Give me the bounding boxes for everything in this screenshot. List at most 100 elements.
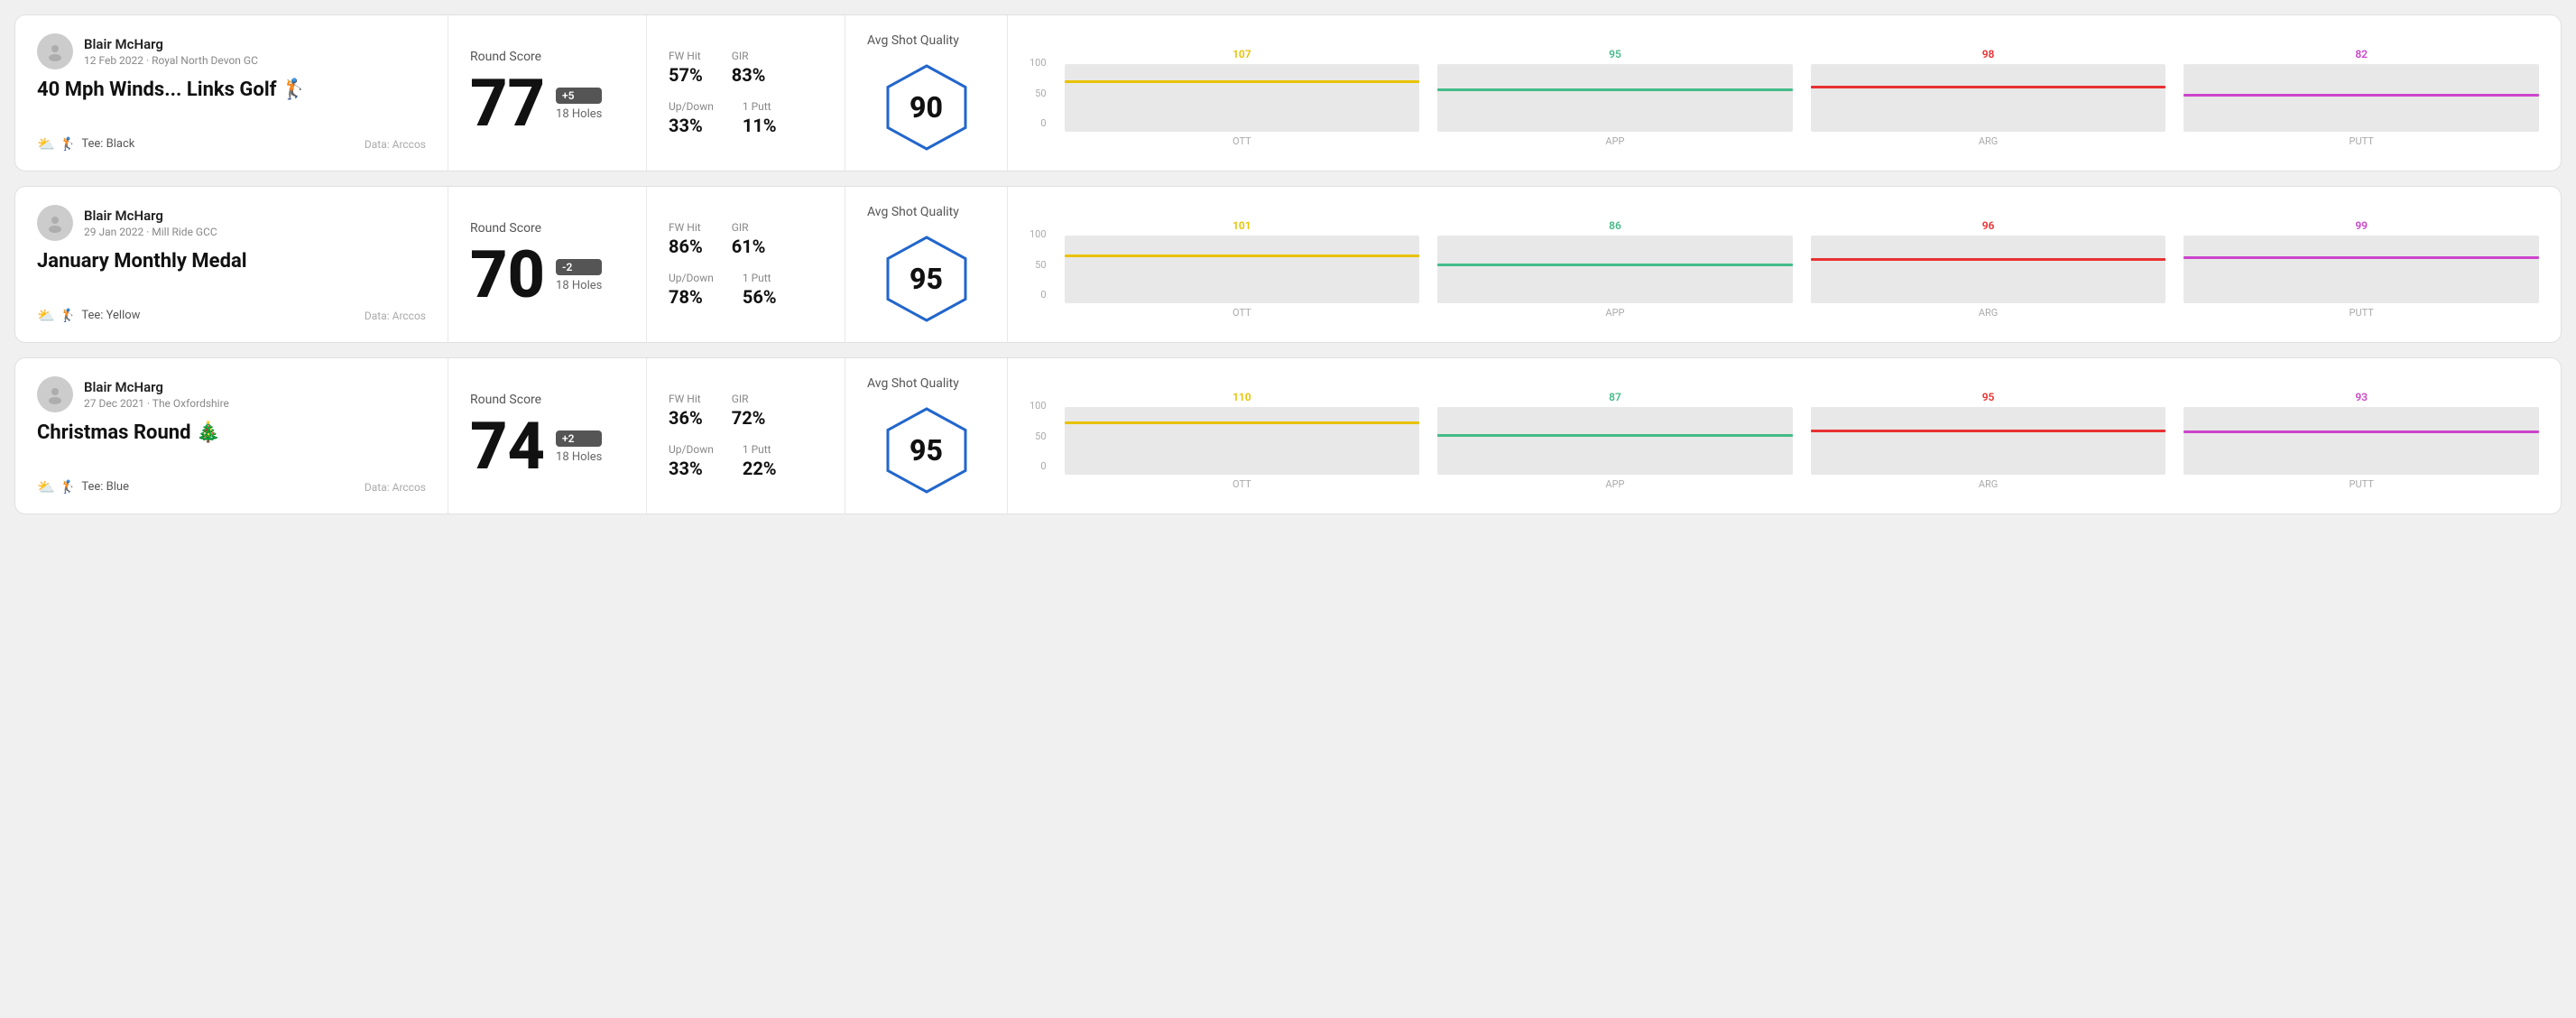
y-label-50: 50 — [1029, 259, 1047, 271]
score-badge: +5 — [556, 88, 602, 104]
fw-hit-label: FW Hit — [669, 393, 703, 405]
fw-hit-label: FW Hit — [669, 221, 703, 234]
stat-gir: GIR 61% — [732, 221, 766, 257]
chart-bar-line — [1811, 86, 2166, 88]
score-details: -2 18 Holes — [556, 259, 602, 292]
quality-section: Avg Shot Quality 95 — [845, 358, 1008, 514]
round-title: Christmas Round 🎄 — [37, 421, 426, 444]
round-card: Blair McHarg 29 Jan 2022 · Mill Ride GCC… — [14, 186, 2562, 343]
chart-axis-label: ARG — [1979, 307, 1998, 319]
chart-column-app: 87 APP — [1437, 391, 1793, 490]
chart-bar-line — [1065, 421, 1420, 424]
y-label-50: 50 — [1029, 88, 1047, 99]
quality-section: Avg Shot Quality 90 — [845, 15, 1008, 171]
chart-value-putt: 82 — [2355, 48, 2368, 60]
chart-y-axis: 100 50 0 — [1029, 57, 1047, 147]
chart-bar-bg — [1811, 64, 2166, 132]
rounds-list: Blair McHarg 12 Feb 2022 · Royal North D… — [14, 14, 2562, 514]
chart-axis-label: PUTT — [2350, 135, 2374, 147]
score-number: 70 — [470, 243, 545, 308]
chart-value-ott: 101 — [1233, 219, 1251, 232]
chart-axis-label: OTT — [1233, 135, 1251, 147]
tee-label: Tee: Black — [81, 137, 134, 151]
user-date: 29 Jan 2022 · Mill Ride GCC — [84, 226, 217, 238]
tee-info: ⛅ 🏌 Tee: Blue — [37, 478, 129, 495]
score-holes: 18 Holes — [556, 279, 602, 292]
stat-updown: Up/Down 33% — [669, 100, 714, 136]
chart-value-arg: 96 — [1982, 219, 1995, 232]
data-source-label: Data: Arccos — [365, 138, 426, 151]
cloud-icon: ⛅ — [37, 307, 55, 324]
chart-axis-label: ARG — [1979, 478, 1998, 490]
round-title: 40 Mph Winds... Links Golf 🏌️ — [37, 79, 426, 101]
score-label: Round Score — [470, 50, 624, 64]
quality-label: Avg Shot Quality — [867, 205, 959, 219]
chart-axis-label: APP — [1605, 307, 1624, 319]
chart-bar-line — [2184, 94, 2539, 97]
stat-updown: Up/Down 33% — [669, 443, 714, 479]
score-holes: 18 Holes — [556, 450, 602, 464]
chart-value-app: 87 — [1609, 391, 1621, 403]
score-label: Round Score — [470, 393, 624, 407]
hexagon-container: 90 — [882, 62, 972, 153]
gir-value: 72% — [732, 407, 766, 429]
one-putt-label: 1 Putt — [743, 272, 777, 284]
stats-row-top: FW Hit 86% GIR 61% — [669, 221, 823, 257]
card-footer: ⛅ 🏌 Tee: Blue Data: Arccos — [37, 478, 426, 495]
chart-bar-line — [1437, 434, 1793, 437]
score-main: 74 +2 18 Holes — [470, 414, 624, 479]
chart-column-ott: 107 OTT — [1065, 48, 1420, 147]
chart-bar-line — [1437, 264, 1793, 266]
chart-column-app: 95 APP — [1437, 48, 1793, 147]
tee-info: ⛅ 🏌 Tee: Black — [37, 135, 134, 153]
chart-column-putt: 99 PUTT — [2184, 219, 2539, 319]
chart-bar-bg — [1437, 64, 1793, 132]
chart-column-arg: 95 ARG — [1811, 391, 2166, 490]
chart-value-app: 86 — [1609, 219, 1621, 232]
chart-column-ott: 101 OTT — [1065, 219, 1420, 319]
stat-updown: Up/Down 78% — [669, 272, 714, 308]
chart-bar-bg — [1437, 236, 1793, 303]
y-label-0: 0 — [1029, 460, 1047, 472]
stat-one-putt: 1 Putt 22% — [743, 443, 777, 479]
score-label: Round Score — [470, 221, 624, 236]
golf-bag-icon: 🏌 — [60, 137, 76, 152]
score-main: 77 +5 18 Holes — [470, 71, 624, 136]
card-left-section: Blair McHarg 27 Dec 2021 · The Oxfordshi… — [15, 358, 448, 514]
chart-section: 100 50 0 107 OTT 95 APP — [1008, 15, 2561, 171]
y-label-100: 100 — [1029, 57, 1047, 69]
quality-score: 95 — [909, 262, 943, 296]
user-details: Blair McHarg 12 Feb 2022 · Royal North D… — [84, 36, 258, 67]
chart-y-axis: 100 50 0 — [1029, 400, 1047, 490]
chart-bar-line — [2184, 430, 2539, 433]
chart-columns: 107 OTT 95 APP 98 ARG — [1065, 39, 2539, 147]
updown-label: Up/Down — [669, 100, 714, 113]
updown-label: Up/Down — [669, 272, 714, 284]
chart-value-app: 95 — [1609, 48, 1621, 60]
avatar — [37, 376, 73, 412]
user-date: 27 Dec 2021 · The Oxfordshire — [84, 397, 229, 410]
quality-score: 95 — [909, 433, 943, 467]
tee-label: Tee: Yellow — [81, 309, 140, 322]
user-info: Blair McHarg 12 Feb 2022 · Royal North D… — [37, 33, 426, 69]
stats-row-top: FW Hit 36% GIR 72% — [669, 393, 823, 429]
chart-value-putt: 93 — [2355, 391, 2368, 403]
y-label-0: 0 — [1029, 289, 1047, 301]
user-details: Blair McHarg 29 Jan 2022 · Mill Ride GCC — [84, 208, 217, 238]
chart-axis-label: ARG — [1979, 135, 1998, 147]
avatar — [37, 33, 73, 69]
updown-value: 78% — [669, 286, 714, 308]
chart-value-ott: 107 — [1233, 48, 1251, 60]
hexagon-container: 95 — [882, 234, 972, 324]
stats-row-top: FW Hit 57% GIR 83% — [669, 50, 823, 86]
chart-area: 100 50 0 110 OTT 87 APP — [1029, 382, 2539, 490]
stat-gir: GIR 83% — [732, 50, 766, 86]
gir-label: GIR — [732, 50, 766, 62]
chart-bar-line — [1437, 88, 1793, 91]
data-source-label: Data: Arccos — [365, 481, 426, 494]
chart-bar-line — [1811, 258, 2166, 261]
user-details: Blair McHarg 27 Dec 2021 · The Oxfordshi… — [84, 379, 229, 410]
user-info: Blair McHarg 27 Dec 2021 · The Oxfordshi… — [37, 376, 426, 412]
fw-hit-value: 86% — [669, 236, 703, 257]
stats-row-bottom: Up/Down 33% 1 Putt 22% — [669, 443, 823, 479]
